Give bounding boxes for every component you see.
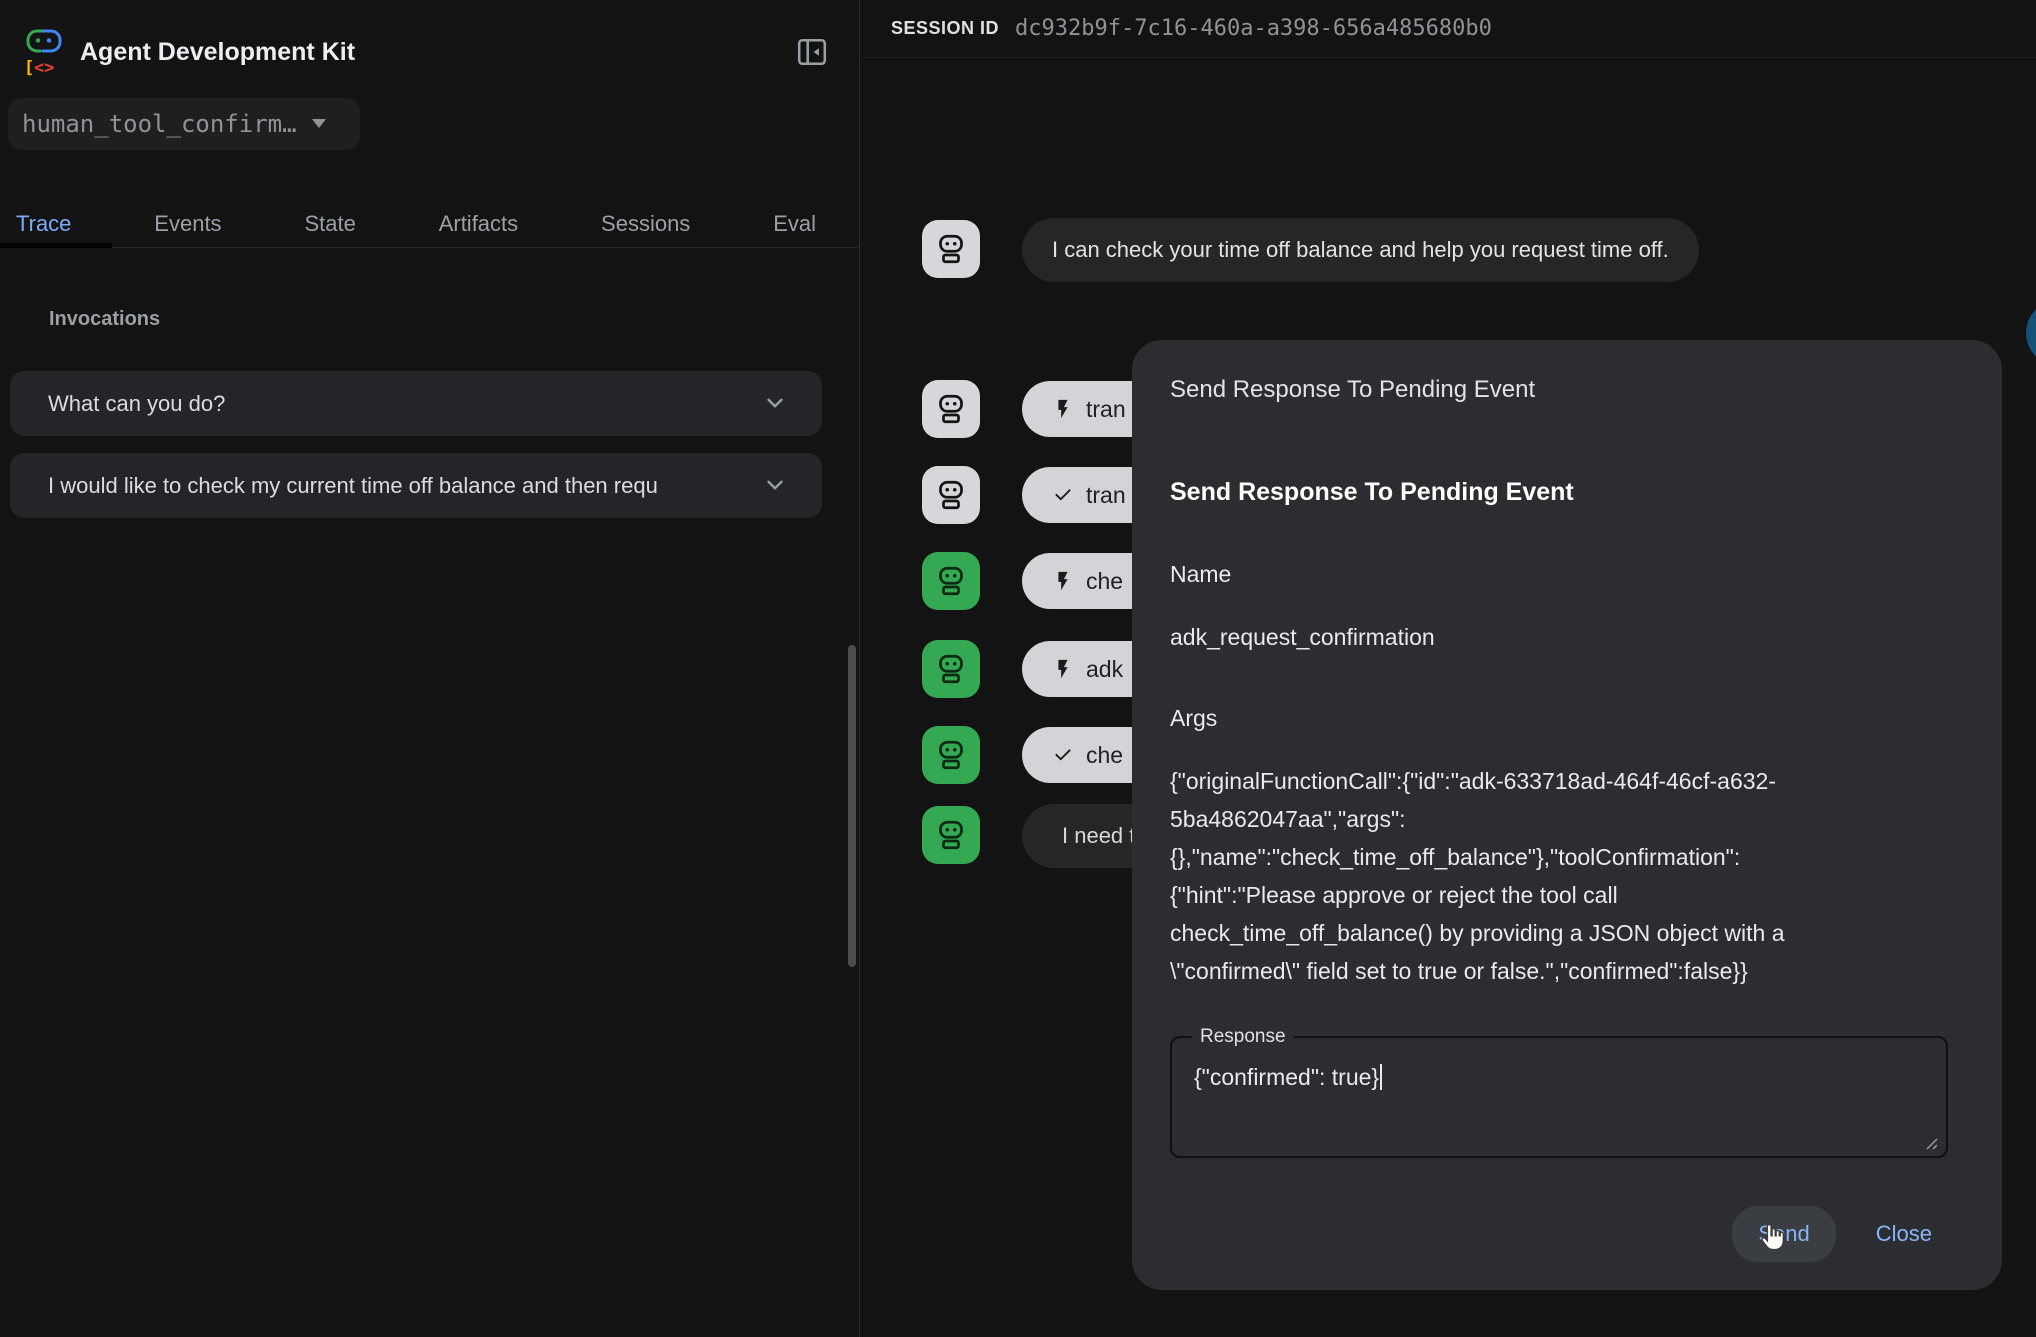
- send-response-dialog: Send Response To Pending Event Send Resp…: [1132, 340, 2002, 1290]
- chevron-down-icon[interactable]: [762, 390, 788, 416]
- robot-icon: [933, 231, 969, 267]
- svg-text:<>: <>: [34, 58, 54, 76]
- check-icon: [1052, 744, 1074, 766]
- chevron-down-icon[interactable]: [762, 472, 788, 498]
- bot-avatar: [922, 466, 980, 524]
- sidebar-scrollbar-thumb[interactable]: [848, 645, 856, 967]
- tab-state[interactable]: State: [304, 211, 355, 237]
- invocation-text: I would like to check my current time of…: [48, 473, 658, 499]
- tab-artifacts[interactable]: Artifacts: [439, 211, 518, 237]
- bolt-icon: [1052, 658, 1074, 680]
- sidebar: [ <> Agent Development Kit human_tool_co…: [0, 0, 860, 1337]
- tab-bar: Trace Events State Artifacts Sessions Ev…: [0, 200, 860, 248]
- adk-logo-icon: [ <>: [24, 26, 64, 76]
- dialog-title: Send Response To Pending Event: [1170, 376, 1964, 404]
- session-id-label: SESSION ID: [891, 18, 999, 39]
- bolt-icon: [1052, 570, 1074, 592]
- bot-avatar: [922, 726, 980, 784]
- args-value: {"originalFunctionCall":{"id":"adk-63371…: [1170, 762, 1964, 990]
- response-field-value: {"confirmed": true}: [1172, 1038, 1946, 1117]
- chip-label: che: [1086, 742, 1123, 769]
- robot-icon: [933, 651, 969, 687]
- invocation-item[interactable]: I would like to check my current time of…: [10, 453, 822, 518]
- bot-avatar: [922, 380, 980, 438]
- close-button[interactable]: Close: [1850, 1206, 1958, 1262]
- response-input[interactable]: Response {"confirmed": true}: [1170, 1036, 1948, 1158]
- session-header: SESSION ID dc932b9f-7c16-460a-a398-656a4…: [861, 0, 2036, 58]
- text-caret: [1380, 1064, 1382, 1090]
- chip-label: adk: [1086, 656, 1123, 683]
- resize-handle-icon[interactable]: [1924, 1136, 1938, 1150]
- bot-avatar: [922, 640, 980, 698]
- active-tab-indicator: [0, 243, 112, 248]
- bot-avatar: [922, 806, 980, 864]
- robot-icon: [933, 817, 969, 853]
- tab-events[interactable]: Events: [154, 211, 221, 237]
- invocation-text: What can you do?: [48, 391, 225, 417]
- bolt-icon: [1052, 398, 1074, 420]
- send-button[interactable]: Send: [1732, 1206, 1835, 1262]
- floating-action-button[interactable]: [2026, 300, 2036, 366]
- response-field-label: Response: [1192, 1026, 1294, 1048]
- agent-select-dropdown[interactable]: human_tool_confirm…: [8, 98, 360, 150]
- robot-icon: [933, 391, 969, 427]
- session-id-value: dc932b9f-7c16-460a-a398-656a485680b0: [1015, 16, 1492, 41]
- invocation-item[interactable]: What can you do?: [10, 371, 822, 436]
- tab-trace[interactable]: Trace: [16, 211, 71, 237]
- chip-label: che: [1086, 568, 1123, 595]
- tab-eval[interactable]: Eval: [773, 211, 816, 237]
- bot-avatar: [922, 552, 980, 610]
- bot-avatar: [922, 220, 980, 278]
- dialog-buttons: Send Close: [1732, 1206, 1958, 1262]
- args-label: Args: [1170, 705, 1964, 732]
- name-label: Name: [1170, 561, 1964, 588]
- dialog-heading: Send Response To Pending Event: [1170, 478, 1964, 507]
- robot-icon: [933, 477, 969, 513]
- dropdown-caret-icon: [309, 117, 329, 131]
- tab-sessions[interactable]: Sessions: [601, 211, 690, 237]
- app-title: Agent Development Kit: [80, 38, 355, 67]
- agent-select-value: human_tool_confirm…: [22, 110, 297, 138]
- robot-icon: [933, 737, 969, 773]
- chip-label: tran: [1086, 396, 1126, 423]
- svg-text:[: [: [24, 58, 34, 76]
- chat-message-bubble: I can check your time off balance and he…: [1022, 218, 1699, 282]
- check-icon: [1052, 484, 1074, 506]
- chip-label: tran: [1086, 482, 1126, 509]
- adk-web-app: [ <> Agent Development Kit human_tool_co…: [0, 0, 2036, 1337]
- app-header: [ <> Agent Development Kit: [0, 0, 859, 96]
- collapse-panel-icon[interactable]: [796, 36, 828, 68]
- invocations-heading: Invocations: [49, 308, 160, 331]
- name-value: adk_request_confirmation: [1170, 624, 1964, 651]
- robot-icon: [933, 563, 969, 599]
